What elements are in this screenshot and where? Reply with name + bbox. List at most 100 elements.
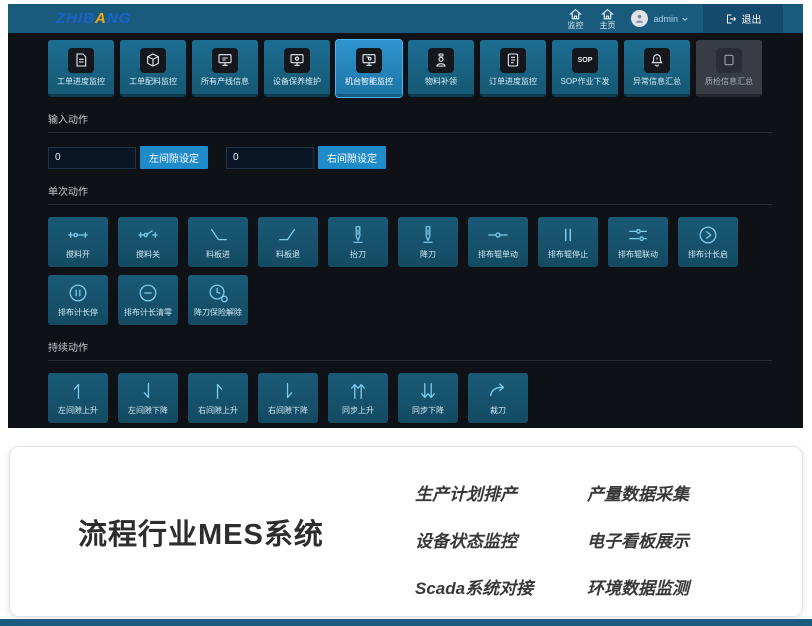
alert-bell-icon [644, 48, 670, 73]
knife-raise-icon [347, 224, 369, 246]
action-right-gap-up[interactable]: 右间隙上升 [188, 373, 248, 423]
module-tiles: 工单进度监控 工单配料监控 所有产线信息 设备保养维护 机台智能监控 物料补领 [48, 40, 803, 97]
action-stir-off[interactable]: 搅料关 [118, 217, 178, 267]
home-monitor-icon [569, 8, 582, 21]
board-in-icon [207, 224, 229, 246]
continuous-actions-row: 左间隙上升 左间隙下降 右间隙上升 右间隙下降 同步上升 同步下降 [48, 373, 803, 423]
product-title: 流程行业MES系统 [78, 511, 324, 553]
left-gap-input[interactable] [48, 147, 136, 169]
tile-sop-dispatch[interactable]: SOP SOP作业下发 [552, 40, 618, 97]
order-list-icon [500, 48, 526, 73]
safety-release-icon [207, 282, 229, 304]
action-sync-down[interactable]: 同步下降 [398, 373, 458, 423]
action-cut-knife[interactable]: 裁刀 [468, 373, 528, 423]
knife-lower-icon [417, 224, 439, 246]
action-counter-start[interactable]: 排布计长启 [678, 217, 738, 267]
action-left-gap-up[interactable]: 左间隙上升 [48, 373, 108, 423]
arrow-down-right-icon [277, 380, 299, 402]
action-roller-linked[interactable]: 排布辊联动 [608, 217, 668, 267]
roller-linked-icon [627, 224, 649, 246]
action-knife-lower[interactable]: 降刀 [398, 217, 458, 267]
mes-app-window: ZHIBANG 监控 主页 admin 退出 [8, 4, 803, 428]
feature-item: Scada系统对接 [415, 574, 587, 599]
action-safety-release[interactable]: 降刀保险解除 [188, 275, 248, 325]
feature-list: 生产计划排产 产量数据采集 设备状态监控 电子看板展示 Scada系统对接 环境… [415, 480, 759, 599]
tile-work-order-batching[interactable]: 工单配料监控 [120, 40, 186, 97]
tile-production-line-info[interactable]: 所有产线信息 [192, 40, 258, 97]
arrow-up-right-icon [207, 380, 229, 402]
product-info-card: 流程行业MES系统 生产计划排产 产量数据采集 设备状态监控 电子看板展示 Sc… [9, 446, 803, 617]
tile-quality-summary: 质检信息汇总 [696, 40, 762, 97]
counter-start-icon [697, 224, 719, 246]
stir-on-icon [67, 224, 89, 246]
left-gap-set-button[interactable]: 左间隙设定 [140, 146, 208, 169]
logout-icon [725, 13, 737, 25]
section-title-single-actions: 单次动作 [48, 183, 772, 205]
counter-stop-icon [67, 282, 89, 304]
nav-monitor-label: 监控 [567, 21, 583, 30]
action-board-in[interactable]: 料板进 [188, 217, 248, 267]
batching-box-icon [140, 48, 166, 73]
roller-single-icon [487, 224, 509, 246]
nav-monitor[interactable]: 监控 [567, 8, 583, 30]
avatar [631, 10, 648, 27]
right-gap-group: 右间隙设定 [226, 146, 386, 169]
action-board-out[interactable]: 料板退 [258, 217, 318, 267]
page-bottom-bar [0, 619, 812, 626]
tile-machine-smart-monitor[interactable]: 机台智能监控 [336, 40, 402, 97]
action-left-gap-down[interactable]: 左间隙下降 [118, 373, 178, 423]
input-actions-row: 左间隙设定 右间隙设定 [48, 146, 803, 169]
single-actions-row-2: 排布计长停 排布计长清零 降刀保险解除 [48, 275, 803, 325]
brand-logo: ZHIBANG [56, 10, 131, 27]
double-arrow-down-icon [417, 380, 439, 402]
right-gap-input[interactable] [226, 147, 314, 169]
nav-home[interactable]: 主页 [599, 8, 615, 30]
arrow-up-left-icon [67, 380, 89, 402]
stir-off-icon [137, 224, 159, 246]
action-roller-stop[interactable]: 排布辊停止 [538, 217, 598, 267]
chevron-down-icon [681, 15, 689, 23]
tile-material-replenish[interactable]: 物料补领 [408, 40, 474, 97]
action-right-gap-down[interactable]: 右间隙下降 [258, 373, 318, 423]
feature-item: 生产计划排产 [415, 480, 587, 505]
quality-icon [716, 48, 742, 73]
user-name: admin [653, 14, 678, 24]
action-counter-stop[interactable]: 排布计长停 [48, 275, 108, 325]
board-out-icon [277, 224, 299, 246]
roller-stop-icon [557, 224, 579, 246]
logout-label: 退出 [742, 11, 762, 26]
home-icon [601, 8, 614, 21]
arrow-down-left-icon [137, 380, 159, 402]
left-gap-group: 左间隙设定 [48, 146, 208, 169]
feature-item: 电子看板展示 [587, 527, 759, 552]
production-line-monitor-icon [212, 48, 238, 73]
main-content: 工单进度监控 工单配料监控 所有产线信息 设备保养维护 机台智能监控 物料补领 [8, 33, 803, 423]
single-actions-row-1: 搅料开 搅料关 料板进 料板退 抬刀 降刀 [48, 217, 803, 267]
machine-monitor-camera-icon [356, 48, 382, 73]
sop-icon: SOP [572, 48, 598, 73]
section-title-continuous-actions: 持续动作 [48, 339, 772, 361]
logout-button[interactable]: 退出 [703, 4, 783, 33]
tile-work-order-progress[interactable]: 工单进度监控 [48, 40, 114, 97]
action-roller-single[interactable]: 排布辊单动 [468, 217, 528, 267]
counter-clear-icon [137, 282, 159, 304]
nav-home-label: 主页 [599, 21, 615, 30]
feature-item: 环境数据监测 [587, 574, 759, 599]
feature-item: 设备状态监控 [415, 527, 587, 552]
tile-equipment-maintenance[interactable]: 设备保养维护 [264, 40, 330, 97]
user-menu[interactable]: admin [631, 10, 689, 27]
app-header: ZHIBANG 监控 主页 admin 退出 [8, 4, 803, 33]
right-gap-set-button[interactable]: 右间隙设定 [318, 146, 386, 169]
action-knife-raise[interactable]: 抬刀 [328, 217, 388, 267]
tile-order-progress[interactable]: 订单进度监控 [480, 40, 546, 97]
maintenance-monitor-icon [284, 48, 310, 73]
action-counter-clear[interactable]: 排布计长清零 [118, 275, 178, 325]
material-person-icon [428, 48, 454, 73]
section-title-input-actions: 输入动作 [48, 111, 772, 133]
header-actions: 监控 主页 admin 退出 [567, 4, 803, 33]
action-stir-on[interactable]: 搅料开 [48, 217, 108, 267]
action-sync-up[interactable]: 同步上升 [328, 373, 388, 423]
tile-abnormal-summary[interactable]: 异常信息汇总 [624, 40, 690, 97]
feature-item: 产量数据采集 [587, 480, 759, 505]
work-order-progress-icon [68, 48, 94, 73]
